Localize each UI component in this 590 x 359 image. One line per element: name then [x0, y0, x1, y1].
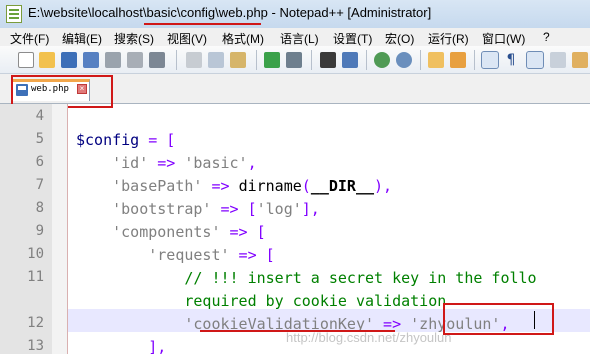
code-token: 'basePath' [112, 177, 203, 195]
toolbar-separator [474, 50, 475, 70]
code-token: => [ [220, 223, 266, 241]
save-icon[interactable] [61, 52, 77, 68]
menu-macro[interactable]: 宏(O) [385, 30, 414, 47]
find-icon[interactable] [320, 52, 336, 68]
code-line: 'components' => [ [76, 221, 266, 244]
menu-file[interactable]: 文件(F) [10, 30, 49, 47]
code-token: => [202, 177, 239, 195]
menu-run[interactable]: 运行(R) [428, 30, 469, 47]
close-icon[interactable] [105, 52, 121, 68]
toolbar-separator [366, 50, 367, 70]
undo-icon[interactable] [264, 52, 280, 68]
title-path-underline [144, 23, 261, 25]
menu-window[interactable]: 窗口(W) [482, 30, 525, 47]
code-token: __DIR__ [310, 177, 375, 195]
code-line: 'id' => 'basic', [76, 152, 257, 175]
code-line: 'request' => [ [76, 244, 275, 267]
sync-horizontal-icon[interactable] [450, 52, 466, 68]
close-all-icon[interactable] [127, 52, 143, 68]
line-number: 6 [35, 154, 44, 170]
code-token: => [148, 154, 185, 172]
zoom-out-icon[interactable] [396, 52, 412, 68]
udl-icon[interactable] [550, 52, 566, 68]
code-token: = [ [139, 131, 176, 149]
zoom-in-icon[interactable] [374, 52, 390, 68]
show-all-chars-icon[interactable]: ¶ [503, 52, 519, 68]
menu-settings[interactable]: 设置(T) [333, 30, 372, 47]
code-line: ], [76, 336, 166, 359]
menu-help[interactable]: ? [543, 30, 550, 44]
sync-vertical-icon[interactable] [428, 52, 444, 68]
code-token: => [ [211, 200, 257, 218]
line-number: 11 [27, 269, 44, 285]
code-token: ), [374, 177, 393, 195]
line-number: 5 [35, 131, 44, 147]
code-token: , [247, 154, 257, 172]
menu-language[interactable]: 语言(L) [280, 30, 319, 47]
toolbar-separator [420, 50, 421, 70]
toolbar-separator [256, 50, 257, 70]
window-title: E:\website\localhost\basic\config\web.ph… [28, 5, 432, 20]
code-line: // !!! insert a secret key in the follo [76, 267, 537, 290]
notepadpp-app-icon[interactable] [6, 5, 22, 23]
code-token: required by cookie validation [184, 292, 447, 310]
code-token: ], [148, 338, 167, 356]
code-token: 'basic' [184, 154, 248, 172]
menu-bar: 文件(F) 编辑(E) 搜索(S) 视图(V) 格式(M) 语言(L) 设置(T… [0, 28, 590, 46]
copy-icon[interactable] [208, 52, 224, 68]
toolbar-separator [176, 50, 177, 70]
code-token: 'id' [112, 154, 149, 172]
toolbar: ¶ [0, 46, 590, 74]
code-line: 'bootstrap' => ['log'], [76, 198, 320, 221]
new-file-icon[interactable] [18, 52, 34, 68]
line-number: 9 [35, 223, 44, 239]
code-token: 'components' [112, 223, 221, 241]
code-token: $config [76, 131, 140, 149]
redo-icon[interactable] [286, 52, 302, 68]
line-number: 12 [27, 315, 44, 331]
save-all-icon[interactable] [83, 52, 99, 68]
menu-search[interactable]: 搜索(S) [114, 30, 154, 47]
code-token: ], [301, 200, 320, 218]
code-token: 'bootstrap' [112, 200, 212, 218]
code-token: dirname [238, 177, 302, 195]
code-line: $config = [ [76, 129, 175, 152]
code-token: 'request' [148, 246, 230, 264]
key-annotation-box [443, 303, 554, 335]
watermark: http://blog.csdn.net/zhyoulun [286, 330, 452, 345]
open-file-icon[interactable] [39, 52, 55, 68]
toolbar-separator [311, 50, 312, 70]
print-icon[interactable] [149, 52, 165, 68]
paste-icon[interactable] [230, 52, 246, 68]
menu-format[interactable]: 格式(M) [222, 30, 264, 47]
code-token: => [ [229, 246, 275, 264]
line-number: 10 [27, 246, 44, 262]
code-token: ( [301, 177, 311, 195]
indent-guide-icon[interactable] [526, 51, 544, 69]
code-line: 'basePath' => dirname(__DIR__), [76, 175, 392, 198]
line-number: 4 [35, 108, 44, 124]
title-bar: E:\website\localhost\basic\config\web.ph… [0, 0, 590, 28]
line-number: 8 [35, 200, 44, 216]
word-wrap-icon[interactable] [481, 51, 499, 69]
code-token: 'log' [256, 200, 302, 218]
line-number: 13 [27, 338, 44, 354]
code-token: // !!! insert a secret key in the follo [184, 269, 537, 287]
menu-view[interactable]: 视图(V) [167, 30, 207, 47]
cut-icon[interactable] [186, 52, 202, 68]
menu-edit[interactable]: 编辑(E) [62, 30, 102, 47]
code-line: required by cookie validation [76, 290, 446, 313]
doc-map-icon[interactable] [572, 52, 588, 68]
line-number: 7 [35, 177, 44, 193]
replace-icon[interactable] [342, 52, 358, 68]
